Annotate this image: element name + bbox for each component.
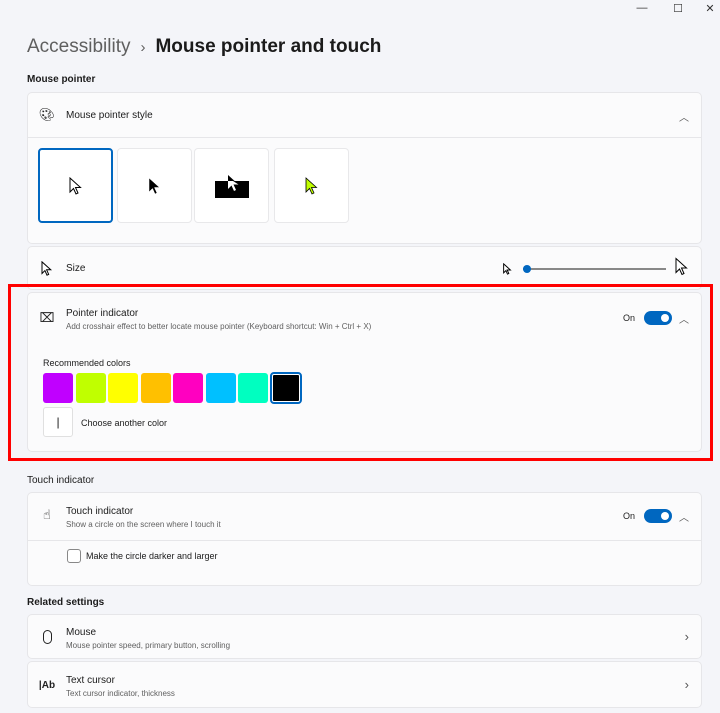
mouse-text: Mouse Mouse pointer speed, primary butto… (66, 627, 230, 650)
breadcrumb-accessibility[interactable]: Accessibility (27, 36, 130, 58)
small-pointer-icon (503, 263, 512, 275)
mouse-icon (38, 628, 56, 646)
text-cursor-subtitle: Text cursor indicator, thickness (66, 689, 175, 698)
touch-indicator-title: Touch indicator (66, 506, 221, 517)
size-slider[interactable] (523, 262, 666, 276)
page-title: Mouse pointer and touch (155, 36, 381, 58)
minimize-button[interactable]: — (632, 2, 652, 14)
mouse-pointer-style-card: 🎨︎ Mouse pointer style ︿ (27, 92, 702, 244)
pointer-size-icon (41, 261, 53, 276)
cursor-custom-icon (305, 177, 319, 195)
section-mouse-pointer: Mouse pointer (27, 74, 95, 85)
text-cursor-icon: |Ab (38, 676, 56, 694)
text-cursor-text: Text cursor Text cursor indicator, thick… (66, 675, 175, 698)
darker-circle-label[interactable]: Make the circle darker and larger (86, 551, 218, 561)
touch-hand-icon: ☝︎ (38, 506, 56, 524)
mouse-title: Mouse (66, 627, 230, 638)
chevron-up-icon[interactable]: ︿ (679, 509, 689, 524)
pointer-style-white[interactable] (38, 148, 113, 223)
touch-indicator-toggle[interactable] (644, 509, 672, 523)
size-slider-thumb[interactable] (523, 265, 531, 273)
mouse-subtitle: Mouse pointer speed, primary button, scr… (66, 641, 230, 650)
pointer-style-inverted[interactable] (194, 148, 269, 223)
chevron-up-icon[interactable]: ︿ (679, 109, 689, 124)
breadcrumb-separator: › (140, 39, 145, 56)
section-related-settings: Related settings (27, 597, 104, 608)
touch-indicator-state: On (623, 511, 635, 521)
pointer-style-black[interactable] (117, 148, 192, 223)
chevron-right-icon: › (685, 629, 689, 644)
highlight-box (8, 284, 713, 461)
breadcrumb: Accessibility › Mouse pointer and touch (27, 36, 381, 58)
darker-circle-checkbox[interactable] (67, 549, 81, 563)
text-cursor-title: Text cursor (66, 675, 175, 686)
related-mouse[interactable]: Mouse Mouse pointer speed, primary butto… (27, 614, 702, 659)
size-label: Size (66, 263, 85, 274)
close-button[interactable]: ✕ (700, 2, 720, 15)
maximize-button[interactable]: ☐ (668, 2, 688, 15)
cursor-black-icon (148, 177, 162, 195)
cursor-inverted-icon (215, 174, 249, 198)
cursor-white-icon (69, 177, 83, 195)
touch-indicator-subtitle: Show a circle on the screen where I touc… (66, 520, 221, 529)
pointer-style-custom[interactable] (274, 148, 349, 223)
touch-indicator-card: ☝︎ Touch indicator Show a circle on the … (27, 492, 702, 586)
palette-icon: 🎨︎ (38, 106, 56, 124)
chevron-right-icon: › (685, 677, 689, 692)
section-touch-indicator: Touch indicator (27, 475, 94, 486)
large-pointer-icon (675, 257, 689, 276)
touch-indicator-text: Touch indicator Show a circle on the scr… (66, 506, 221, 529)
mouse-pointer-style-label: Mouse pointer style (66, 110, 153, 121)
related-text-cursor[interactable]: |Ab Text cursor Text cursor indicator, t… (27, 661, 702, 708)
